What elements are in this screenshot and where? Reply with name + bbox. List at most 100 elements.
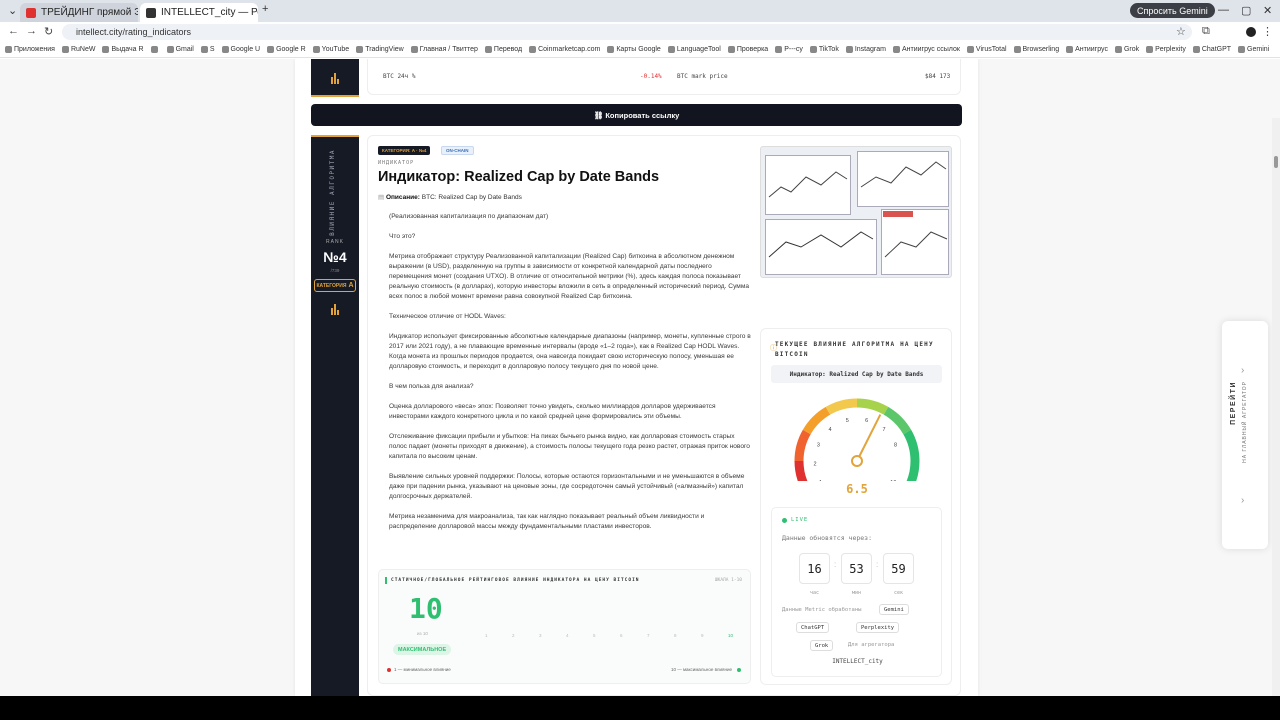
category-label: КАТЕГОРИЯ [316,282,347,289]
body-paragraph: Выявление сильных уровней поддержки: Пол… [389,473,745,500]
bookmark-item[interactable]: Выдача R [102,46,144,53]
bookmark-item[interactable]: ChatGPT [1192,46,1231,53]
bookmark-item[interactable]: Проверка [727,46,768,53]
bookmark-item[interactable]: Главная / Твиттер [410,46,478,53]
bookmark-item[interactable]: LanguageTool [667,46,721,53]
gauge-segment [802,406,831,435]
bookmark-icon [529,46,537,53]
description-label: Описание: [385,194,420,201]
back-icon[interactable]: ← [8,25,19,37]
page-viewport: BTC 24ч % -0.14% BTC mark price $84 173 … [0,59,1280,696]
bookmark-item[interactable]: Coinmarketcap.com [529,46,600,53]
bookmark-icon [200,46,208,53]
gauge-segment [903,429,920,481]
level-badge: МАКСИМАЛЬНОЕ [393,644,452,655]
close-window-icon[interactable]: ✕ [1263,4,1272,17]
bookmark-item[interactable]: Grok [1114,46,1139,53]
bookmark-label: Главная / Твиттер [419,46,478,53]
bookmark-item[interactable]: Instagram [845,46,886,53]
avatar[interactable] [1246,27,1256,37]
url-input[interactable]: intellect.city/rating_indicators [62,24,1192,40]
tab-search-icon[interactable]: ⌄ [8,4,17,17]
seconds-label: сек [893,590,904,596]
bookmark-icon [667,46,675,53]
aggregator-subtitle: НА ГЛАВНЫЙ АГРЕГАТОР [1242,381,1248,463]
reload-icon[interactable]: ↻ [44,25,53,38]
ask-gemini-button[interactable]: Спросить Gemini [1130,3,1215,18]
live-dot [782,518,787,523]
update-label: Данные обновятся через: [782,534,873,542]
address-bar-row: ← → ↻ intellect.city/rating_indicators ☆… [0,22,1280,42]
bookmark-item[interactable]: Антиигрус [1066,46,1108,53]
tab-trading[interactable]: ТРЕЙДИНГ прямой ЭФИР сде ✕ [20,3,138,22]
new-tab-button[interactable]: + [262,3,268,15]
bookmark-item[interactable]: Карты Google [607,46,661,53]
maximize-icon[interactable]: ▢ [1241,4,1251,17]
provider-chatgpt[interactable]: ChatGPT [796,622,830,633]
bookmark-item[interactable]: Приложения [5,46,55,53]
provider-gemini[interactable]: Gemini [879,604,909,615]
copy-link-label: Копировать ссылку [605,110,680,120]
minimize-icon[interactable]: — [1218,4,1229,16]
gauge-tick: 6 [865,418,868,424]
bookmark-item[interactable]: Gemini [1238,46,1269,53]
tab-intellect[interactable]: INTELLECT_city — Рейтинг инд ✕ [140,3,258,22]
bookmark-item[interactable]: Browserling [1013,46,1059,53]
gauge-tick: 1 [819,480,822,481]
bookmark-item[interactable]: RuNeW [61,46,95,53]
bookmark-label: Р---су [784,46,803,53]
extensions-icon[interactable]: ⧉ [1202,25,1210,38]
bookmark-item[interactable]: S [200,46,215,53]
star-icon[interactable]: ☆ [1176,25,1186,38]
provider-grok[interactable]: Grok [810,640,834,651]
bookmark-icon [61,46,69,53]
gauge-segment [825,398,858,415]
provider-perplexity[interactable]: Perplexity [856,622,900,633]
btc-mark-label: BTC mark price [677,73,728,80]
current-influence-widget: ⓘ ТЕКУЩЕЕ ВЛИЯНИЕ АЛГОРИТМА НА ЦЕНУ BITC… [760,328,952,685]
bookmark-item[interactable]: Gmail [166,46,194,53]
menu-icon[interactable]: ⋮ [1262,25,1273,38]
bookmark-item[interactable]: Google U [221,46,260,53]
tab-title: INTELLECT_city — Рейтинг инд [161,7,258,18]
scale-tick: 6 [620,633,623,638]
doc-icon: ▤ [378,194,386,201]
bookmark-item[interactable]: Google R [267,46,306,53]
bookmark-item[interactable]: Перевод [484,46,522,53]
bookmark-item[interactable]: Р---су [775,46,803,53]
bookmark-item[interactable]: YouTube [312,46,349,53]
bookmark-label: Google R [276,46,306,53]
browser-tab-bar: ⌄ ТРЕЙДИНГ прямой ЭФИР сде ✕ INTELLECT_c… [0,0,1280,22]
bookmark-item[interactable] [150,46,160,53]
gauge-segment [794,460,808,481]
scale-tick: 7 [647,633,650,638]
gauge-segment [794,429,811,462]
go-to-aggregator-panel[interactable]: › ПЕРЕЙТИ НА ГЛАВНЫЙ АГРЕГАТОР › [1222,321,1268,549]
bookmark-icon [1192,46,1200,53]
hours-value: 16 [799,553,830,584]
forward-icon[interactable]: → [26,25,37,37]
provider-label: Gemini [884,606,904,613]
chevron-right-icon[interactable]: › [1241,495,1244,506]
copy-link-button[interactable]: ⛓ Копировать ссылку [311,104,962,126]
bookmark-item[interactable]: Perplexity [1146,46,1186,53]
chevron-right-icon[interactable]: › [1241,365,1244,376]
rank-number: №4 [323,249,347,265]
bookmark-item[interactable]: VirusTotal [966,46,1007,53]
scrollbar-thumb[interactable] [1274,156,1278,168]
prev-card-sidebar [311,59,359,97]
body-paragraph: Индикатор использует фиксированные абсол… [389,333,751,370]
colon: : [876,560,879,569]
scrollbar[interactable] [1272,118,1280,696]
minutes-label: мин [851,590,862,596]
bookmark-label: Антиигрус ссылок [901,46,960,53]
bookmark-item[interactable]: TradingView [356,46,404,53]
screen-bottom-band [0,696,1280,720]
provider-label: Grok [815,642,829,649]
seconds-value: 59 [883,553,914,584]
bookmark-item[interactable]: TikTok [809,46,839,53]
bookmark-item[interactable]: Антиигрус ссылок [892,46,960,53]
bookmark-label: Выдача R [111,46,144,53]
site-icon [146,7,156,18]
bookmark-icon [312,46,320,53]
